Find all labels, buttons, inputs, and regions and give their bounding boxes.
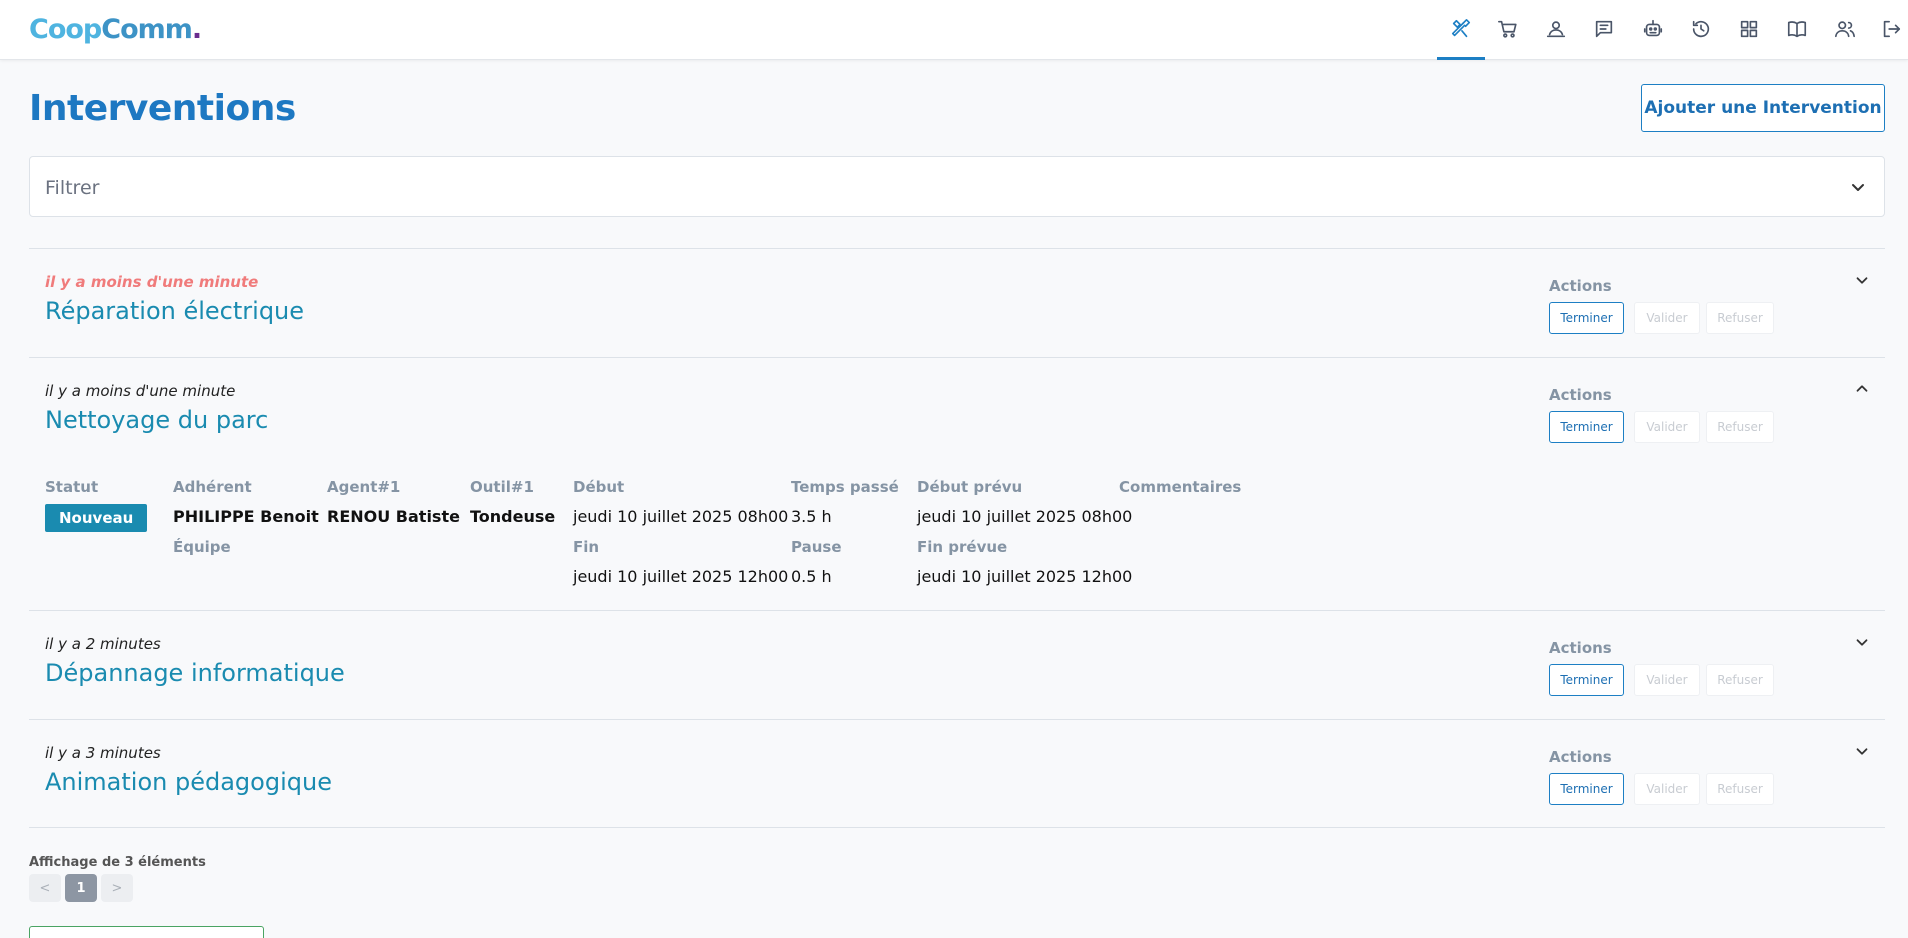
filter-panel[interactable]: Filtrer <box>29 156 1885 217</box>
logo-part-coop: Coop <box>29 14 102 45</box>
pause-value: 0.5 h <box>791 567 832 586</box>
fin-value: jeudi 10 juillet 2025 12h00 <box>573 567 789 586</box>
chevron-down-icon[interactable] <box>1848 177 1868 197</box>
temps-passe-label: Temps passé <box>791 478 899 496</box>
active-tab-indicator <box>1437 57 1485 60</box>
chat-icon[interactable] <box>1587 12 1621 46</box>
intervention-title[interactable]: Nettoyage du parc <box>45 406 268 434</box>
agent-label: Agent#1 <box>327 478 401 496</box>
outil-value: Tondeuse <box>470 507 556 526</box>
chevron-down-icon[interactable] <box>1853 633 1871 651</box>
next-page-button[interactable]: > <box>101 874 133 902</box>
intervention-title[interactable]: Dépannage informatique <box>45 659 345 687</box>
actions-label: Actions <box>1549 386 1612 404</box>
page-title: Interventions <box>29 88 296 129</box>
previous-page-button[interactable]: < <box>29 874 61 902</box>
valider-button[interactable]: Valider <box>1634 773 1700 805</box>
adherent-value: PHILIPPE Benoit <box>173 507 319 526</box>
intervention-time: il y a 3 minutes <box>45 744 161 762</box>
filter-label: Filtrer <box>45 177 100 199</box>
valider-button[interactable]: Valider <box>1634 664 1700 696</box>
fin-label: Fin <box>573 538 600 556</box>
refuser-button[interactable]: Refuser <box>1706 302 1774 334</box>
refuser-button[interactable]: Refuser <box>1706 664 1774 696</box>
intervention-item[interactable]: il y a 2 minutes Dépannage informatique … <box>29 610 1885 719</box>
adherent-label: Adhérent <box>173 478 252 496</box>
debut-prevu-value: jeudi 10 juillet 2025 08h00 <box>917 507 1133 526</box>
intervention-time: il y a moins d'une minute <box>45 273 259 291</box>
actions-label: Actions <box>1549 277 1612 295</box>
fin-prevue-label: Fin prévue <box>917 538 1008 556</box>
bottom-action-button[interactable] <box>29 926 264 938</box>
logo-part-c: C <box>101 14 121 45</box>
cart-icon[interactable] <box>1491 12 1525 46</box>
refuser-button[interactable]: Refuser <box>1706 411 1774 443</box>
current-page-button[interactable]: 1 <box>65 874 97 902</box>
intervention-item-expanded[interactable]: il y a moins d'une minute Nettoyage du p… <box>29 357 1885 610</box>
history-icon[interactable] <box>1684 12 1718 46</box>
logout-icon[interactable] <box>1874 12 1908 46</box>
coopcomm-logo[interactable]: CoopComm. <box>29 13 202 47</box>
intervention-item[interactable]: il y a moins d'une minute Réparation éle… <box>29 248 1885 357</box>
statut-label: Statut <box>45 478 99 496</box>
logo-dot: . <box>191 14 202 45</box>
terminer-button[interactable]: Terminer <box>1549 773 1624 805</box>
valider-button[interactable]: Valider <box>1634 302 1700 334</box>
terminer-button[interactable]: Terminer <box>1549 302 1624 334</box>
intervention-item[interactable]: il y a 3 minutes Animation pédagogique A… <box>29 719 1885 828</box>
valider-button[interactable]: Valider <box>1634 411 1700 443</box>
logo-part-omm: omm <box>120 14 193 45</box>
intervention-title[interactable]: Animation pédagogique <box>45 768 332 796</box>
intervention-title[interactable]: Réparation électrique <box>45 297 304 325</box>
intervention-time: il y a moins d'une minute <box>45 382 236 400</box>
outil-label: Outil#1 <box>470 478 534 496</box>
chevron-down-icon[interactable] <box>1853 271 1871 289</box>
users-icon[interactable] <box>1828 12 1862 46</box>
pause-label: Pause <box>791 538 842 556</box>
add-intervention-button[interactable]: Ajouter une Intervention <box>1641 84 1885 132</box>
debut-label: Début <box>573 478 625 496</box>
refuser-button[interactable]: Refuser <box>1706 773 1774 805</box>
intervention-time: il y a 2 minutes <box>45 635 161 653</box>
chevron-down-icon[interactable] <box>1853 742 1871 760</box>
book-icon[interactable] <box>1780 12 1814 46</box>
tools-icon[interactable] <box>1444 12 1478 46</box>
debut-prevu-label: Début prévu <box>917 478 1023 496</box>
equipe-label: Équipe <box>173 538 231 556</box>
top-navbar: CoopComm. <box>0 0 1908 60</box>
actions-label: Actions <box>1549 639 1612 657</box>
user-desk-icon[interactable] <box>1539 12 1573 46</box>
grid-icon[interactable] <box>1732 12 1766 46</box>
commentaires-label: Commentaires <box>1119 478 1242 496</box>
results-count: Affichage de 3 éléments <box>29 855 206 870</box>
actions-label: Actions <box>1549 748 1612 766</box>
agent-value: RENOU Batiste <box>327 507 460 526</box>
status-badge: Nouveau <box>45 504 148 532</box>
fin-prevue-value: jeudi 10 juillet 2025 12h00 <box>917 567 1133 586</box>
terminer-button[interactable]: Terminer <box>1549 411 1624 443</box>
debut-value: jeudi 10 juillet 2025 08h00 <box>573 507 789 526</box>
robot-icon[interactable] <box>1636 12 1670 46</box>
temps-passe-value: 3.5 h <box>791 507 832 526</box>
terminer-button[interactable]: Terminer <box>1549 664 1624 696</box>
chevron-up-icon[interactable] <box>1853 380 1871 398</box>
